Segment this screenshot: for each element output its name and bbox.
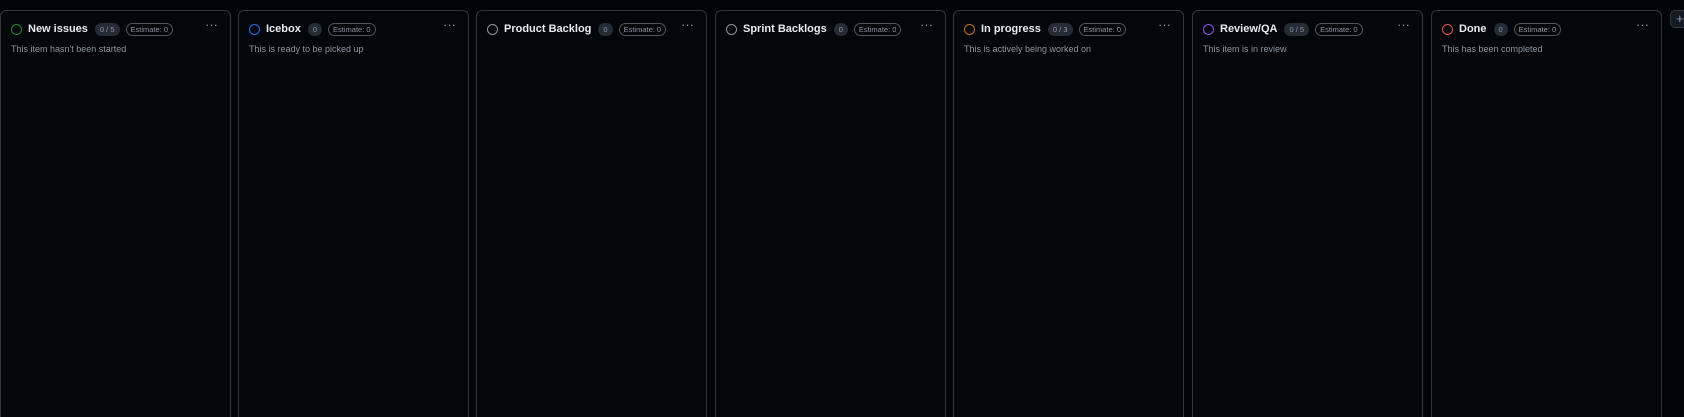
column-description: This has been completed <box>1442 44 1543 54</box>
column-title: Done <box>1459 23 1487 35</box>
column-header: In progress 0 / 3 Estimate: 0 ··· <box>964 18 1173 38</box>
column-review-qa: Review/QA 0 / 5 Estimate: 0 ··· This ite… <box>1192 10 1423 417</box>
item-count-badge: 0 <box>598 22 613 36</box>
column-more-options-button[interactable]: ··· <box>443 18 456 31</box>
column-product-backlog: Product Backlog 0 Estimate: 0 ··· <box>476 10 707 417</box>
column-more-options-button[interactable]: ··· <box>681 18 694 31</box>
column-in-progress: In progress 0 / 3 Estimate: 0 ··· This i… <box>953 10 1184 417</box>
status-circle-icon <box>487 23 498 35</box>
column-description: This is ready to be picked up <box>249 44 364 54</box>
column-more-options-button[interactable]: ··· <box>920 18 933 31</box>
column-title: Product Backlog <box>504 23 592 35</box>
item-count-badge: 0 / 5 <box>1284 22 1310 36</box>
column-header: Sprint Backlogs 0 Estimate: 0 ··· <box>726 18 935 38</box>
estimate-badge: Estimate: 0 <box>1513 22 1562 36</box>
estimate-badge: Estimate: 0 <box>1078 22 1127 36</box>
column-more-options-button[interactable]: ··· <box>1636 18 1649 31</box>
column-title: Sprint Backlogs <box>743 23 827 35</box>
column-title: In progress <box>981 23 1041 35</box>
estimate-badge: Estimate: 0 <box>853 22 902 36</box>
status-circle-icon <box>726 23 737 35</box>
item-count-badge: 0 / 3 <box>1047 22 1073 36</box>
status-circle-icon <box>1442 23 1453 35</box>
column-description: This item is in review <box>1203 44 1287 54</box>
column-icebox: Icebox 0 Estimate: 0 ··· This is ready t… <box>238 10 469 417</box>
item-count-badge: 0 <box>833 22 848 36</box>
column-sprint-backlogs: Sprint Backlogs 0 Estimate: 0 ··· <box>715 10 946 417</box>
status-circle-icon <box>249 23 260 35</box>
status-circle-icon <box>11 23 22 35</box>
estimate-badge: Estimate: 0 <box>618 22 667 36</box>
column-description: This is actively being worked on <box>964 44 1092 54</box>
column-title: Review/QA <box>1220 23 1278 35</box>
column-header: New issues 0 / 5 Estimate: 0 ··· <box>11 18 220 38</box>
column-header: Done 0 Estimate: 0 ··· <box>1442 18 1651 38</box>
column-new-issues: New issues 0 / 5 Estimate: 0 ··· This it… <box>0 10 231 417</box>
column-description: This item hasn't been started <box>11 44 127 54</box>
item-count-badge: 0 <box>307 22 323 36</box>
column-header: Product Backlog 0 Estimate: 0 ··· <box>487 18 696 38</box>
column-header: Icebox 0 Estimate: 0 ··· <box>249 18 458 38</box>
column-more-options-button[interactable]: ··· <box>1158 18 1171 31</box>
column-title: Icebox <box>266 23 301 35</box>
estimate-badge: Estimate: 0 <box>125 22 174 36</box>
add-column-button[interactable]: + <box>1670 10 1684 28</box>
column-more-options-button[interactable]: ··· <box>205 18 218 31</box>
project-board: New issues 0 / 5 Estimate: 0 ··· This it… <box>0 0 1684 417</box>
estimate-badge: Estimate: 0 <box>1315 22 1363 36</box>
estimate-badge: Estimate: 0 <box>328 22 376 36</box>
column-title: New issues <box>28 23 88 35</box>
item-count-badge: 0 / 5 <box>94 22 120 36</box>
column-more-options-button[interactable]: ··· <box>1397 18 1410 31</box>
column-header: Review/QA 0 / 5 Estimate: 0 ··· <box>1203 18 1412 38</box>
status-circle-icon <box>964 23 975 35</box>
status-circle-icon <box>1203 23 1214 35</box>
column-done: Done 0 Estimate: 0 ··· This has been com… <box>1431 10 1662 417</box>
item-count-badge: 0 <box>1493 22 1508 36</box>
